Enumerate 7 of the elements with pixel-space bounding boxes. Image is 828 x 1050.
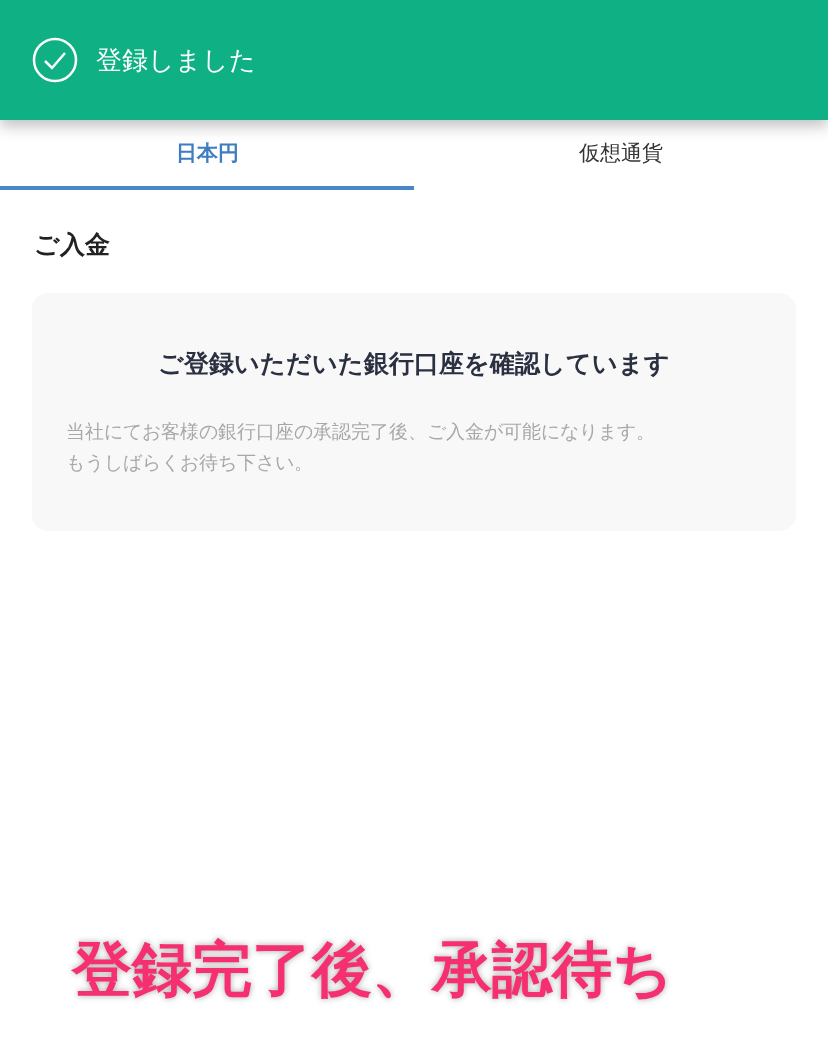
notice-text: 当社にてお客様の銀行口座の承認完了後、ご入金が可能になります。 [66,419,656,444]
section-heading: ご入金 [34,229,111,261]
toast-message: 登録しました [96,43,256,77]
notice-text: もうしばらくお待ち下さい。 [66,450,314,475]
caption-text: 登録完了後、承認待ち [72,933,673,1006]
notice-title: ご登録いただいた銀行口座を確認しています [157,348,671,380]
check-circle-icon [32,37,78,83]
